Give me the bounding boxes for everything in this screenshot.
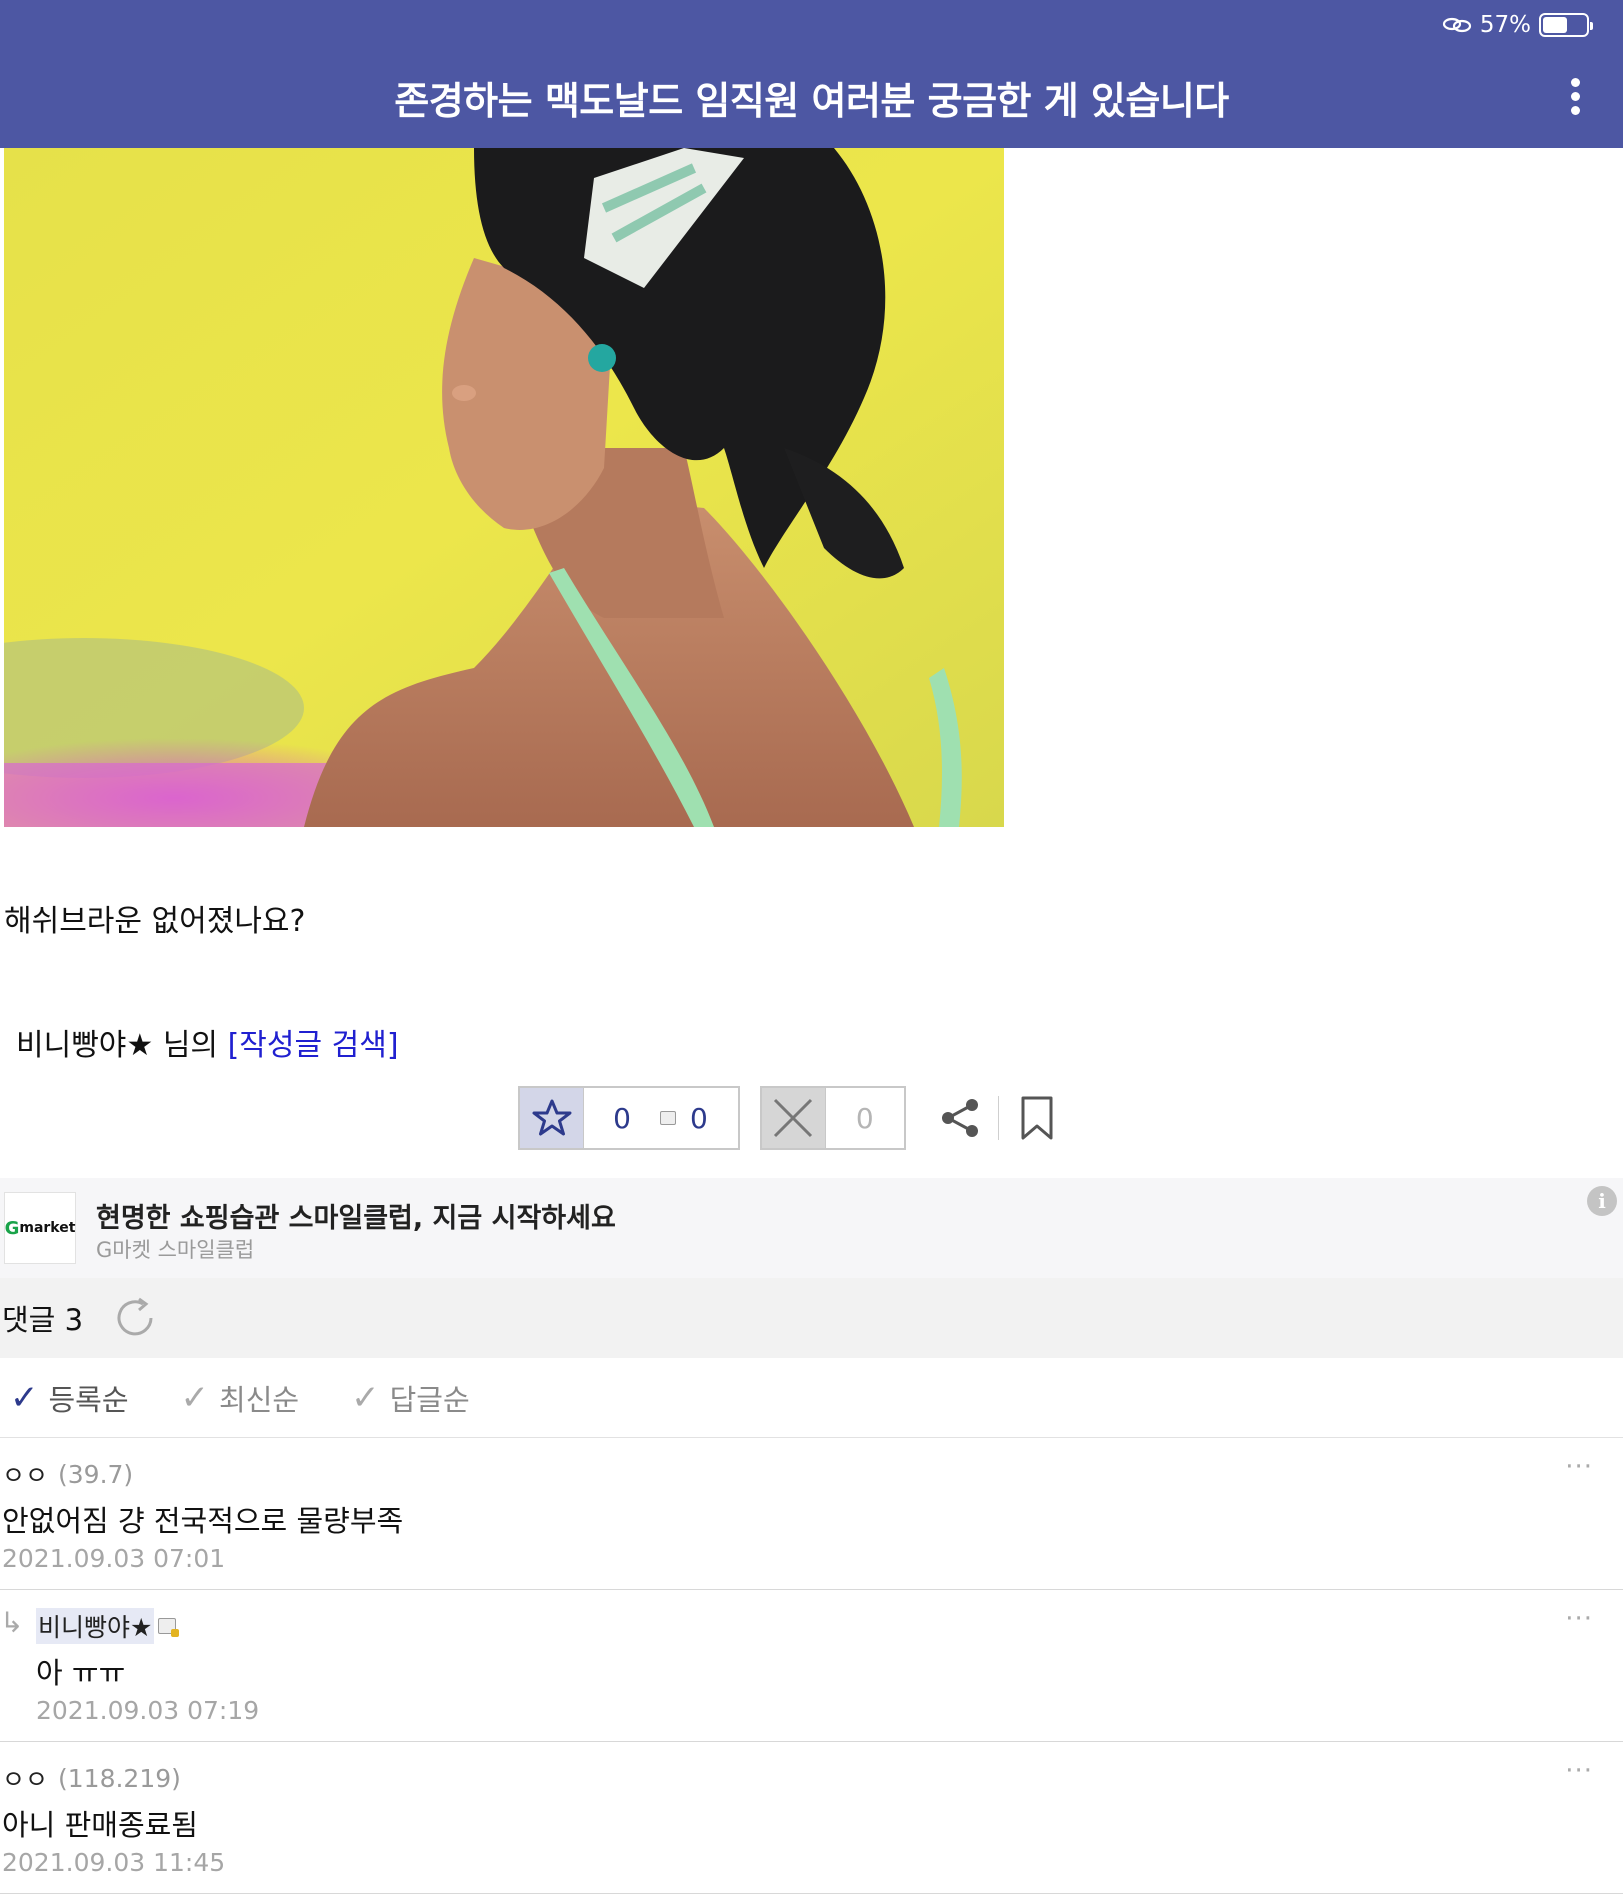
- check-icon: ✓: [180, 1377, 210, 1418]
- sort-by-replies[interactable]: ✓ 답글순: [351, 1377, 470, 1419]
- fixed-recommend-count: 0: [690, 1101, 708, 1135]
- share-icon: [941, 1099, 978, 1137]
- comment-body: 아 ㅠㅠ: [36, 1656, 126, 1690]
- comment-author[interactable]: ㅇㅇ: [2, 1760, 48, 1796]
- fixed-member-icon: [158, 1618, 180, 1637]
- comment-more-icon[interactable]: ···: [1565, 1604, 1593, 1634]
- more-menu-icon[interactable]: [1569, 78, 1581, 118]
- downvote-button[interactable]: [761, 1088, 826, 1148]
- share-button[interactable]: [932, 1088, 988, 1148]
- bookmark-icon: [1021, 1096, 1053, 1140]
- star-icon: [532, 1099, 571, 1136]
- comment-body: 아니 판매종료됨: [2, 1808, 198, 1842]
- recommend-count: 0: [613, 1101, 631, 1135]
- comments-header: 댓글 3: [0, 1278, 1623, 1358]
- comment-date: 2021.09.03 07:19: [36, 1696, 260, 1725]
- author-posts-search-link[interactable]: [작성글 검색]: [228, 1028, 399, 1063]
- battery-percent: 57%: [1479, 12, 1531, 38]
- comment-author[interactable]: 비니빵야★: [36, 1608, 155, 1644]
- sort-by-registered[interactable]: ✓ 등록순: [10, 1377, 129, 1419]
- comment-meta: 비니빵야★: [36, 1608, 180, 1644]
- post-image: [4, 148, 1004, 827]
- comment-more-icon[interactable]: ···: [1565, 1452, 1593, 1482]
- author-line: 비니빵야★ 님의 [작성글 검색]: [16, 1020, 399, 1064]
- comment-more-icon[interactable]: ···: [1565, 1756, 1593, 1786]
- comment-ip: (39.7): [58, 1459, 134, 1489]
- page-title: 존경하는 맥도날드 임직원 여러분 궁금한 게 있습니다: [394, 79, 1229, 123]
- comment-date: 2021.09.03 11:45: [2, 1848, 226, 1877]
- bookmark-button[interactable]: [1009, 1088, 1065, 1148]
- check-icon: ✓: [351, 1377, 380, 1418]
- author-suffix: 님의: [153, 1028, 228, 1063]
- check-icon: ✓: [10, 1377, 39, 1418]
- battery-level: [1543, 17, 1567, 33]
- comment-author[interactable]: ㅇㅇ: [2, 1456, 48, 1492]
- top-app-bar: 57% 존경하는 맥도날드 임직원 여러분 궁금한 게 있습니다: [0, 0, 1623, 148]
- recommend-box: 0 0: [518, 1086, 740, 1150]
- comment-item: ㅇㅇ (118.219) 아니 판매종료됨 2021.09.03 11:45 ·…: [0, 1742, 1623, 1894]
- comment-item: ㅇㅇ (39.7) 안없어짐 걍 전국적으로 물량부족 2021.09.03 0…: [0, 1438, 1623, 1590]
- comment-ip: (118.219): [58, 1763, 181, 1793]
- reply-arrow-icon: ↳: [0, 1606, 24, 1639]
- comment-reply-item: ↳ 비니빵야★ 아 ㅠㅠ 2021.09.03 07:19 ···: [0, 1590, 1623, 1742]
- post-body: 해쉬브라운 없어졌나요?: [4, 904, 306, 939]
- comment-sort-options: ✓ 등록순 ✓ 최신순 ✓ 답글순: [0, 1358, 1623, 1438]
- sort-by-latest[interactable]: ✓ 최신순: [181, 1377, 300, 1419]
- comment-count: 댓글 3: [2, 1303, 84, 1337]
- author-name[interactable]: 비니빵야★: [16, 1028, 153, 1063]
- comment-body: 안없어짐 걍 전국적으로 물량부족: [2, 1504, 404, 1538]
- close-x-icon: [774, 1098, 813, 1138]
- downvote-count: 0: [855, 1101, 874, 1135]
- comment-meta: ㅇㅇ (118.219): [2, 1760, 181, 1796]
- downvote-box: 0: [759, 1086, 906, 1150]
- ad-info-icon[interactable]: i: [1587, 1186, 1617, 1216]
- battery-icon: [1539, 13, 1593, 37]
- gmarket-logo: Gmarket: [4, 1192, 76, 1264]
- recommend-button[interactable]: [520, 1088, 584, 1148]
- ad-subtitle: G마켓 스마일클럽: [96, 1238, 255, 1262]
- link-icon: [1442, 17, 1471, 33]
- comment-meta: ㅇㅇ (39.7): [2, 1456, 133, 1492]
- refresh-icon[interactable]: [113, 1296, 157, 1340]
- ad-title[interactable]: 현명한 쇼핑습관 스마일클럽, 지금 시작하세요: [96, 1196, 616, 1235]
- comment-date: 2021.09.03 07:01: [2, 1544, 226, 1573]
- post-action-bar: 0 0 0: [518, 1086, 1065, 1150]
- fixed-recommend: 0: [660, 1088, 738, 1148]
- action-divider: [997, 1096, 999, 1140]
- ad-banner[interactable]: Gmarket 현명한 쇼핑습관 스마일클럽, 지금 시작하세요 G마켓 스마일…: [0, 1178, 1623, 1278]
- fixed-member-icon: [660, 1111, 676, 1125]
- status-bar: 57%: [1442, 10, 1593, 40]
